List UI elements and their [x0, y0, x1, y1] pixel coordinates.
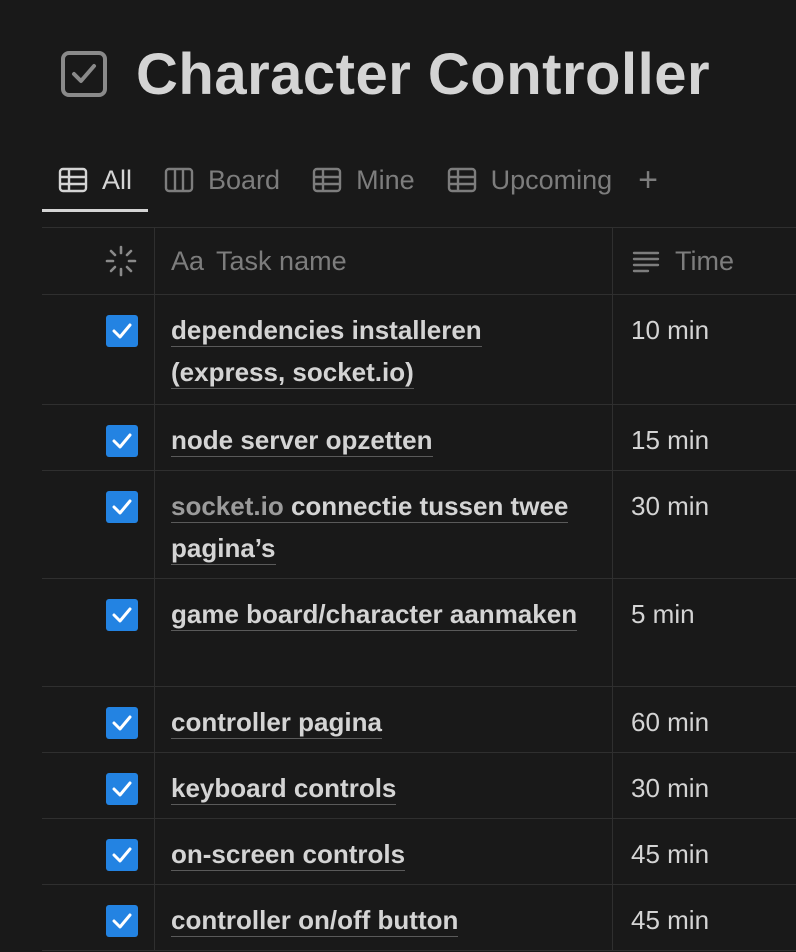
task-checkbox[interactable]: [106, 491, 138, 523]
task-name[interactable]: node server opzetten: [171, 419, 596, 461]
page-header: Character Controller: [60, 38, 710, 110]
task-checkbox[interactable]: [106, 315, 138, 347]
check-icon: [112, 715, 132, 731]
task-checkbox[interactable]: [106, 707, 138, 739]
task-name[interactable]: on-screen controls: [171, 833, 596, 875]
table-row[interactable]: controller pagina 60 min: [42, 687, 796, 753]
task-time[interactable]: 30 min: [613, 753, 796, 818]
task-link[interactable]: socket.io: [171, 491, 284, 523]
task-time[interactable]: 15 min: [613, 405, 796, 470]
task-checkbox[interactable]: [106, 425, 138, 457]
header-label: Task name: [216, 245, 347, 276]
check-icon: [112, 499, 132, 515]
header-task-name[interactable]: Aa Task name: [155, 228, 613, 294]
task-checkbox[interactable]: [106, 773, 138, 805]
task-time[interactable]: 10 min: [613, 295, 796, 404]
check-icon: [112, 323, 132, 339]
task-table: Aa Task name Time dependencies installer…: [42, 228, 796, 951]
tab-mine[interactable]: Mine: [296, 148, 431, 212]
table-icon: [312, 165, 342, 195]
task-name[interactable]: socket.io connectie tussen twee pagina’s: [171, 485, 596, 569]
table-row[interactable]: controller on/off button 45 min: [42, 885, 796, 951]
task-name[interactable]: keyboard controls: [171, 767, 596, 809]
task-time[interactable]: 30 min: [613, 471, 796, 578]
add-view-button[interactable]: +: [628, 148, 668, 212]
table-row[interactable]: game board/character aanmaken 5 min: [42, 579, 796, 687]
board-icon: [164, 165, 194, 195]
header-label: Time: [675, 246, 734, 276]
task-name[interactable]: game board/character aanmaken: [171, 593, 596, 635]
task-name[interactable]: dependencies installeren (express, socke…: [171, 309, 596, 393]
task-name[interactable]: controller pagina: [171, 701, 596, 743]
task-checkbox[interactable]: [106, 839, 138, 871]
task-checkbox[interactable]: [106, 905, 138, 937]
tab-board[interactable]: Board: [148, 148, 296, 212]
tab-label: Mine: [356, 164, 415, 195]
task-name[interactable]: controller on/off button: [171, 899, 596, 941]
tab-upcoming[interactable]: Upcoming: [431, 148, 629, 212]
tab-label: Board: [208, 164, 281, 195]
table-row[interactable]: dependencies installeren (express, socke…: [42, 295, 796, 405]
notion-database-page: Character Controller All Board Mine Upco…: [0, 0, 796, 952]
task-time[interactable]: 45 min: [613, 885, 796, 950]
check-icon: [112, 781, 132, 797]
table-row[interactable]: node server opzetten 15 min: [42, 405, 796, 471]
tab-label: Upcoming: [490, 164, 613, 195]
tab-all[interactable]: All: [42, 148, 149, 212]
check-icon: [112, 433, 132, 449]
task-time[interactable]: 60 min: [613, 687, 796, 752]
table-header-row: Aa Task name Time: [42, 228, 796, 295]
header-time[interactable]: Time: [613, 228, 796, 294]
text-lines-icon: [632, 251, 660, 273]
task-checkbox[interactable]: [106, 599, 138, 631]
table-icon: [447, 165, 477, 195]
text-type-icon: Aa: [171, 245, 205, 276]
check-icon: [112, 607, 132, 623]
status-spinner-icon: [105, 245, 137, 277]
tab-label: All: [102, 164, 133, 195]
table-row[interactable]: keyboard controls 30 min: [42, 753, 796, 819]
task-time[interactable]: 5 min: [613, 579, 796, 686]
task-time[interactable]: 45 min: [613, 819, 796, 884]
view-tabs: All Board Mine Upcoming +: [42, 148, 796, 212]
table-row[interactable]: socket.io connectie tussen twee pagina’s…: [42, 471, 796, 579]
header-status-cell[interactable]: [42, 228, 155, 294]
table-icon: [58, 165, 88, 195]
check-icon: [112, 847, 132, 863]
table-row[interactable]: on-screen controls 45 min: [42, 819, 796, 885]
checkbox-icon: [61, 51, 107, 97]
page-title[interactable]: Character Controller: [136, 41, 710, 108]
check-icon: [112, 913, 132, 929]
